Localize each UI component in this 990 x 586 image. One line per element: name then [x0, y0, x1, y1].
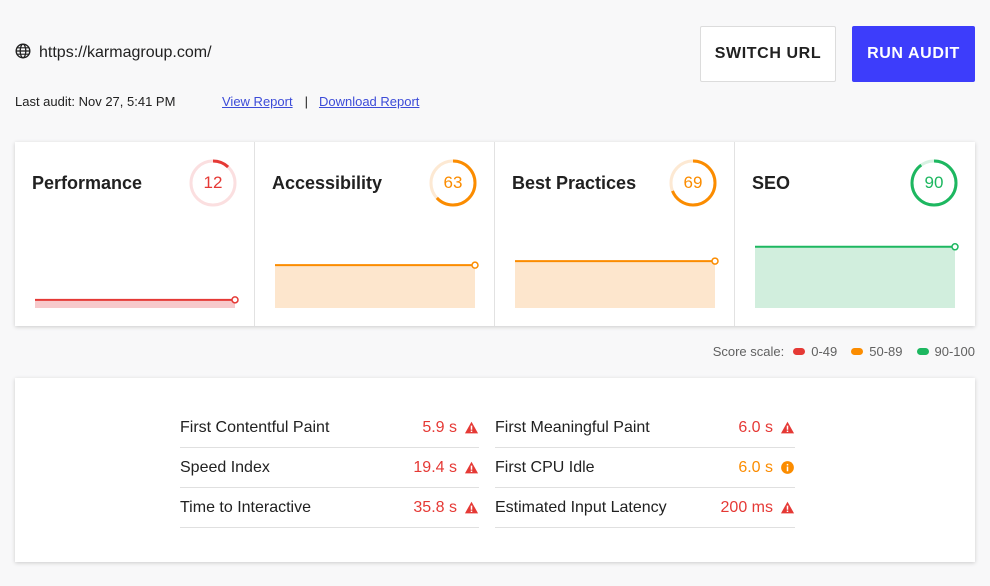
metric-value: 6.0 s: [738, 458, 773, 476]
metric-value: 6.0 s: [738, 418, 773, 436]
metric-value: 200 ms: [720, 498, 773, 516]
score-point: [951, 243, 959, 251]
score-value: 69: [683, 173, 703, 192]
score-value: 90: [924, 173, 944, 192]
metric-name: Time to Interactive: [180, 498, 312, 516]
metric-name: Estimated Input Latency: [495, 498, 667, 516]
globe-icon: [15, 42, 31, 64]
info-circle-icon: [779, 460, 795, 476]
metric-name: Speed Index: [180, 458, 270, 476]
metrics-column-right: First Meaningful Paint 6.0 s First CPU I…: [495, 408, 795, 528]
metric-name: First CPU Idle: [495, 458, 595, 476]
score-point: [711, 257, 719, 265]
score-value: 12: [203, 173, 223, 192]
category-card-seo[interactable]: SEO 90: [735, 142, 975, 326]
warning-triangle-icon: [779, 420, 795, 436]
download-report-link[interactable]: Download Report: [319, 94, 419, 109]
legend-range: 0-49: [811, 343, 838, 359]
category-card-accessibility[interactable]: Accessibility 63: [255, 142, 495, 326]
score-area: [755, 246, 955, 308]
category-title: SEO: [752, 173, 791, 193]
warning-triangle-icon: [779, 500, 795, 516]
score-value: 63: [443, 173, 463, 192]
category-card-best-practices[interactable]: Best Practices 69: [495, 142, 735, 326]
metrics-panel: First Contentful Paint 5.9 s Speed Index…: [15, 378, 975, 562]
metric-row: Estimated Input Latency 200 ms: [495, 488, 795, 528]
metric-row: Time to Interactive 35.8 s: [180, 488, 479, 528]
score-trend-chart: [275, 261, 479, 308]
last-audit-text: Last audit: Nov 27, 5:41 PM: [15, 93, 176, 109]
score-area: [35, 299, 235, 308]
metric-value: 35.8 s: [413, 498, 457, 516]
metric-row: First CPU Idle 6.0 s: [495, 448, 795, 488]
legend-range: 90-100: [934, 343, 975, 359]
score-area: [275, 265, 475, 308]
legend-swatch-pass: [916, 347, 929, 355]
score-scale-legend: Score scale: 0-49 50-89 90-100: [713, 343, 975, 359]
warning-triangle-icon: [463, 500, 479, 516]
metrics-column-left: First Contentful Paint 5.9 s Speed Index…: [180, 408, 479, 528]
category-title: Accessibility: [272, 173, 383, 193]
metric-value: 5.9 s: [422, 418, 457, 436]
score-trend-chart: [35, 296, 239, 308]
metric-value: 19.4 s: [413, 458, 457, 476]
switch-url-button[interactable]: SWITCH URL: [700, 26, 836, 82]
site-url: https://karmagroup.com/: [39, 44, 212, 61]
category-title: Best Practices: [512, 173, 637, 193]
legend-label: Score scale:: [712, 343, 785, 359]
run-audit-button[interactable]: RUN AUDIT: [852, 26, 975, 82]
url-display: https://karmagroup.com/: [15, 42, 212, 64]
legend-swatch-average: [851, 347, 864, 355]
category-title: Performance: [32, 173, 143, 193]
category-card-performance[interactable]: Performance 12: [15, 142, 255, 326]
audit-meta: Last audit: Nov 27, 5:41 PM View Report …: [15, 92, 419, 110]
warning-triangle-icon: [463, 420, 479, 436]
score-trend-chart: [515, 257, 719, 308]
legend-range: 50-89: [869, 343, 903, 359]
metric-name: First Contentful Paint: [180, 418, 330, 436]
metric-row: First Contentful Paint 5.9 s: [180, 408, 479, 448]
score-area: [515, 261, 715, 308]
metric-row: First Meaningful Paint 6.0 s: [495, 408, 795, 448]
link-separator: |: [304, 93, 308, 109]
score-trend-chart: [755, 243, 959, 308]
score-point: [231, 296, 239, 304]
metric-name: First Meaningful Paint: [495, 418, 650, 436]
warning-triangle-icon: [463, 460, 479, 476]
legend-swatch-fail: [793, 347, 806, 355]
score-cards: Performance 12 Accessibility 63 Best Pra…: [15, 142, 975, 326]
score-point: [471, 261, 479, 269]
metric-row: Speed Index 19.4 s: [180, 448, 479, 488]
view-report-link[interactable]: View Report: [222, 94, 293, 109]
